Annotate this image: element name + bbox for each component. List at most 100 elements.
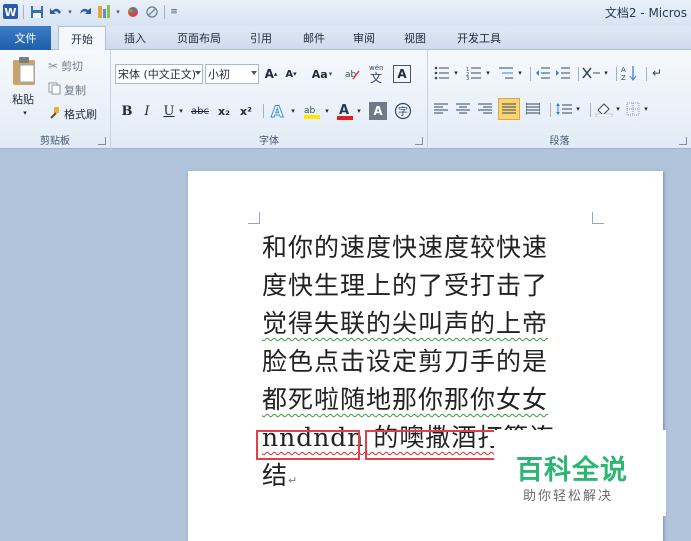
para-divider-4 (646, 67, 647, 81)
align-center-icon[interactable] (454, 100, 472, 118)
brush-icon (48, 106, 61, 122)
numbering-dropdown-icon[interactable]: ▾ (484, 68, 492, 78)
subscript-button[interactable]: x₂ (215, 102, 233, 120)
tab-file[interactable]: 文件 (0, 26, 51, 50)
clear-format-icon[interactable]: ab (343, 64, 361, 84)
word-logo-icon[interactable]: W (2, 3, 19, 20)
justify-icon[interactable] (498, 98, 520, 120)
paste-icon[interactable] (8, 54, 40, 88)
redo-icon[interactable] (76, 3, 93, 20)
tab-references[interactable]: 引用 (242, 26, 280, 50)
numbering-icon[interactable]: 123 (464, 64, 484, 82)
shapes-icon[interactable] (95, 3, 112, 20)
enclose-char-icon[interactable]: 字 (393, 101, 413, 121)
font-family-select[interactable]: 宋体 (中文正文) (115, 64, 203, 84)
paste-dropdown-icon[interactable]: ▾ (20, 108, 30, 118)
bullets-icon[interactable] (432, 64, 452, 82)
margin-corner-top-left (248, 212, 260, 224)
superscript-button[interactable]: x² (237, 102, 255, 120)
format-painter-label: 格式刷 (64, 108, 97, 121)
tab-mailings[interactable]: 邮件 (295, 26, 333, 50)
svg-text:文: 文 (370, 70, 382, 84)
font-color-dropdown-icon[interactable]: ▾ (355, 104, 363, 118)
underline-dropdown-icon[interactable]: ▾ (177, 104, 185, 118)
para-divider-3 (616, 67, 617, 81)
font-launcher-icon[interactable] (415, 137, 423, 145)
doc-line: 都死啦随地那你那你女女 (262, 385, 549, 414)
borders-dropdown-icon[interactable]: ▾ (642, 104, 650, 114)
shading-dropdown-icon[interactable]: ▾ (614, 104, 622, 114)
watermark-badge: 百科全说 助你轻松解决 (494, 430, 666, 516)
highlight-icon[interactable]: ab (301, 100, 323, 122)
paragraph-group: ▾ 123 ▾ ▾ ▾ AZ ↵ ▾ ▾ ▾ 段落 (428, 50, 691, 149)
bold-button[interactable]: B (119, 102, 135, 120)
font-color-icon[interactable]: A (335, 100, 355, 122)
scissors-icon: ✂ (48, 59, 59, 73)
color-ball-icon[interactable] (124, 3, 141, 20)
tab-review[interactable]: 审阅 (345, 26, 383, 50)
para-divider-1 (530, 67, 531, 81)
font-divider (263, 104, 264, 118)
svg-text:A: A (621, 66, 626, 74)
shapes-dropdown-icon[interactable]: ▾ (114, 3, 122, 20)
multilevel-dropdown-icon[interactable]: ▾ (516, 68, 524, 78)
watermark-subtitle: 助你轻松解决 (523, 489, 614, 504)
undo-dropdown-icon[interactable]: ▾ (66, 3, 74, 20)
svg-text:ab: ab (304, 106, 316, 116)
shrink-font-glyph: A (285, 68, 294, 80)
format-painter-button[interactable]: 格式刷 (48, 106, 97, 122)
strikethrough-button[interactable]: abc (189, 102, 211, 120)
tab-developer[interactable]: 开发工具 (448, 26, 510, 50)
align-right-icon[interactable] (476, 100, 494, 118)
sort-icon[interactable]: AZ (620, 64, 640, 82)
underline-button[interactable]: U (161, 102, 177, 120)
cut-button[interactable]: ✂ 剪切 (48, 58, 83, 74)
decrease-indent-icon[interactable] (534, 64, 552, 82)
tab-insert[interactable]: 插入 (116, 26, 154, 50)
para-divider-5 (550, 103, 551, 117)
align-left-icon[interactable] (432, 100, 450, 118)
doc-line: 脸色点击设定剪刀手的是 (262, 347, 549, 376)
no-format-icon[interactable] (143, 3, 160, 20)
bullets-dropdown-icon[interactable]: ▾ (452, 68, 460, 78)
borders-icon[interactable] (624, 100, 642, 118)
customize-qat-icon[interactable]: ≡ (169, 3, 179, 20)
char-shading-icon[interactable]: A (369, 102, 387, 120)
tab-view[interactable]: 视图 (396, 26, 434, 50)
italic-button[interactable]: I (139, 102, 155, 120)
increase-indent-icon[interactable] (554, 64, 572, 82)
show-marks-icon[interactable]: ↵ (648, 64, 666, 82)
paste-label[interactable]: 粘贴 (8, 92, 38, 106)
shrink-font-button[interactable]: A ▾ (283, 66, 299, 82)
tab-page-layout[interactable]: 页面布局 (168, 26, 230, 50)
char-border-icon[interactable]: A (393, 65, 411, 83)
highlight-dropdown-icon[interactable]: ▾ (323, 104, 331, 118)
chinese-layout-dropdown-icon[interactable]: ▾ (602, 68, 610, 78)
change-case-button[interactable]: Aa ▾ (309, 66, 335, 82)
text-effects-dropdown-icon[interactable]: ▾ (289, 104, 297, 118)
highlight-box-1 (256, 430, 360, 460)
multilevel-list-icon[interactable] (496, 64, 516, 82)
tab-home[interactable]: 开始 (58, 26, 106, 51)
save-icon[interactable] (28, 3, 45, 20)
copy-button[interactable]: 复制 (48, 82, 86, 98)
text-effects-icon[interactable]: A (267, 100, 289, 122)
font-size-select[interactable]: 小初 (205, 64, 259, 84)
line-spacing-icon[interactable] (554, 100, 574, 118)
undo-icon[interactable] (47, 3, 64, 20)
shading-icon[interactable] (594, 100, 614, 118)
clipboard-group-label: 剪贴板 (40, 136, 70, 147)
grow-font-button[interactable]: A ▴ (263, 66, 279, 82)
qat-divider-2 (164, 4, 165, 19)
distribute-icon[interactable] (524, 100, 542, 118)
paragraph-group-label: 段落 (549, 136, 570, 147)
doc-line: 度快生理上的了受打击了 (262, 271, 549, 300)
phonetic-guide-icon[interactable]: wén 文 (367, 62, 387, 84)
ribbon: 粘贴 ▾ ✂ 剪切 复制 格式刷 剪贴板 宋体 (中文正文) 小初 A ▴ A … (0, 50, 691, 149)
para-divider-6 (590, 103, 591, 117)
line-spacing-dropdown-icon[interactable]: ▾ (574, 104, 582, 114)
chinese-layout-icon[interactable] (580, 64, 602, 82)
paragraph-launcher-icon[interactable] (679, 137, 687, 145)
svg-text:ab: ab (345, 70, 357, 80)
clipboard-launcher-icon[interactable] (98, 137, 106, 145)
